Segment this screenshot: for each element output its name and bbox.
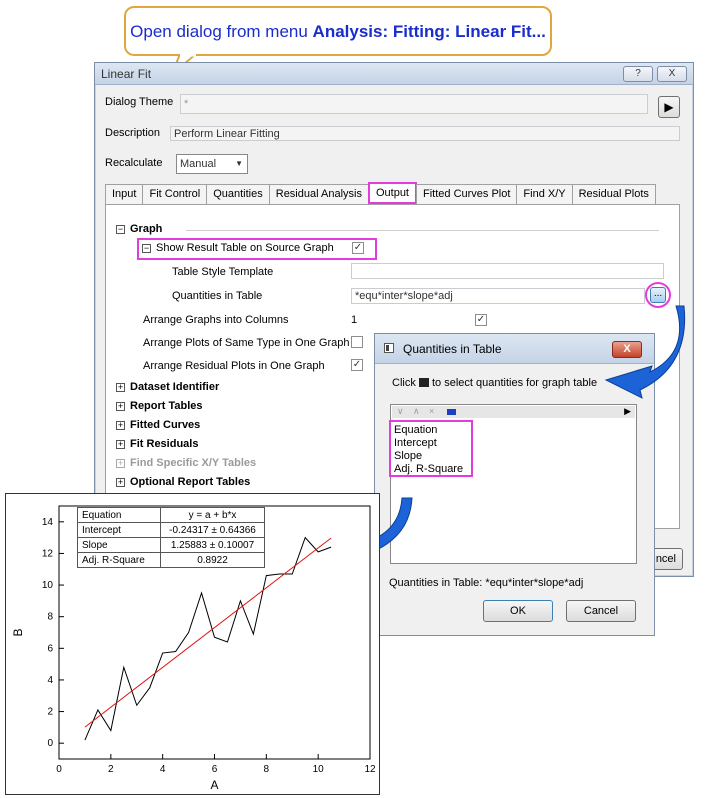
result-value: 0.8922	[160, 552, 265, 568]
table-row: Intercept -0.24317 ± 0.64366	[77, 522, 265, 538]
y-tick-label: 14	[42, 517, 54, 528]
x-tick-label: 6	[212, 764, 218, 775]
result-label: Intercept	[77, 522, 161, 538]
arrow-to-quantities-dialog	[604, 305, 686, 399]
result-label: Slope	[77, 537, 161, 553]
result-graph: 0 2 4 6 8 10 12 0 2 4 6 8 10 12 14 A B Equation y = a + b…	[5, 493, 380, 795]
result-label: Equation	[77, 507, 161, 523]
result-value: y = a + b*x	[160, 507, 265, 523]
result-label: Adj. R-Square	[77, 552, 161, 568]
y-tick-label: 12	[42, 548, 54, 559]
y-tick-label: 8	[47, 612, 53, 623]
x-tick-label: 0	[56, 764, 62, 775]
result-value: -0.24317 ± 0.64366	[160, 522, 265, 538]
table-row: Equation y = a + b*x	[77, 507, 265, 523]
table-row: Slope 1.25883 ± 0.10007	[77, 537, 265, 553]
y-axis-label: B	[11, 628, 25, 636]
x-axis-label: A	[210, 778, 218, 792]
x-tick-label: 4	[160, 764, 166, 775]
x-tick-label: 8	[264, 764, 270, 775]
x-tick-label: 2	[108, 764, 114, 775]
y-tick-label: 2	[47, 707, 53, 718]
table-row: Adj. R-Square 0.8922	[77, 552, 265, 568]
y-tick-label: 4	[47, 675, 53, 686]
x-tick-label: 12	[364, 764, 376, 775]
y-tick-label: 6	[47, 643, 53, 654]
y-tick-label: 0	[47, 738, 53, 749]
y-tick-label: 10	[42, 580, 54, 591]
result-value: 1.25883 ± 0.10007	[160, 537, 265, 553]
result-table: Equation y = a + b*x Intercept -0.24317 ± …	[77, 507, 265, 568]
x-tick-label: 10	[313, 764, 325, 775]
